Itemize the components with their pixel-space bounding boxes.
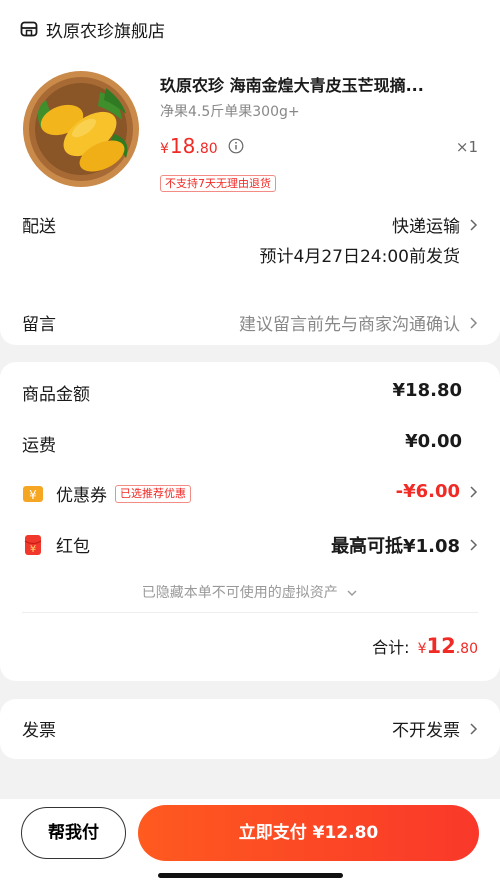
red-packet-label: 红包 [56, 537, 90, 557]
chevron-right-icon [470, 316, 478, 329]
total-symbol: ¥ [417, 641, 427, 657]
chevron-down-icon [347, 590, 357, 596]
price-decimal: .80 [195, 141, 218, 157]
red-packet-selector[interactable]: 最高可抵¥1.08 [331, 532, 478, 558]
shipping-fee-label: 运费 [22, 436, 56, 456]
shop-header[interactable]: 玖原农珍旗舰店 [20, 16, 165, 42]
info-icon[interactable] [228, 138, 244, 154]
invoice-label: 发票 [22, 721, 56, 741]
order-card: 玖原农珍旗舰店 玖原农珍 海南金煌大青皮玉芒现摘... 净果4.5斤单果300g… [0, 0, 500, 345]
delivery-method: 快递运输 [392, 217, 460, 237]
invoice-value: 不开发票 [392, 721, 460, 741]
chevron-right-icon [470, 218, 478, 231]
coupon-selector[interactable]: -¥6.00 [396, 481, 478, 502]
price-symbol: ¥ [160, 141, 169, 157]
chevron-right-icon [470, 485, 478, 498]
total-integer: 12 [426, 634, 456, 658]
home-indicator [158, 873, 343, 878]
hidden-assets-text: 已隐藏本单不可使用的虚拟资产 [141, 585, 338, 601]
hidden-assets-toggle[interactable]: 已隐藏本单不可使用的虚拟资产 [0, 582, 500, 602]
shop-name: 玖原农珍旗舰店 [46, 21, 165, 42]
product-quantity: ×1 [455, 138, 478, 156]
goods-amount-label: 商品金额 [22, 385, 90, 405]
delivery-eta: 预计4月27日24:00前发货 [259, 247, 460, 267]
pay-now-button[interactable]: 立即支付 ¥12.80 [138, 805, 479, 861]
svg-text:¥: ¥ [30, 544, 36, 555]
svg-text:¥: ¥ [29, 488, 37, 502]
mango-basket-image[interactable] [22, 70, 140, 188]
coupon-value: -¥6.00 [395, 481, 460, 502]
coupon-icon: ¥ [23, 485, 43, 502]
chevron-right-icon [470, 539, 478, 551]
invoice-selector[interactable]: 不开发票 [392, 716, 478, 741]
delivery-label: 配送 [22, 217, 56, 237]
help-pay-button[interactable]: 帮我付 [21, 807, 126, 859]
invoice-card[interactable]: 发票 不开发票 [0, 699, 500, 759]
coupon-recommend-tag: 已选推荐优惠 [115, 484, 191, 503]
red-packet-row[interactable]: ¥ 红包 [22, 532, 90, 557]
product-title[interactable]: 玖原农珍 海南金煌大青皮玉芒现摘... [160, 72, 480, 96]
total-decimal: .80 [455, 641, 478, 657]
total-label: 合计: [372, 638, 410, 657]
shipping-fee-value: ¥0.00 [405, 431, 462, 452]
note-placeholder: 建议留言前先与商家沟通确认 [239, 315, 460, 335]
checkout-page: 玖原农珍旗舰店 玖原农珍 海南金煌大青皮玉芒现摘... 净果4.5斤单果300g… [0, 0, 500, 887]
red-packet-value: 最高可抵¥1.08 [331, 536, 460, 557]
divider [22, 612, 478, 613]
red-packet-icon: ¥ [24, 534, 42, 555]
goods-amount-value: ¥18.80 [392, 380, 462, 401]
order-total: 合计: ¥ 12 .80 [372, 634, 478, 658]
note-label: 留言 [22, 315, 56, 335]
return-policy-tag: 不支持7天无理由退货 [160, 175, 276, 192]
price-integer: 18 [169, 134, 196, 158]
product-price: ¥ 18 .80 [160, 134, 244, 158]
product-spec: 净果4.5斤单果300g+ [160, 104, 300, 120]
bottom-action-bar: 帮我付 立即支付 ¥12.80 [0, 799, 500, 887]
store-icon [20, 21, 38, 37]
chevron-right-icon [470, 722, 478, 735]
delivery-method-selector[interactable]: 快递运输 [392, 212, 478, 237]
coupon-row[interactable]: ¥ 优惠券 已选推荐优惠 [22, 481, 191, 506]
note-input[interactable]: 建议留言前先与商家沟通确认 [239, 310, 478, 335]
coupon-label: 优惠券 [56, 486, 107, 506]
